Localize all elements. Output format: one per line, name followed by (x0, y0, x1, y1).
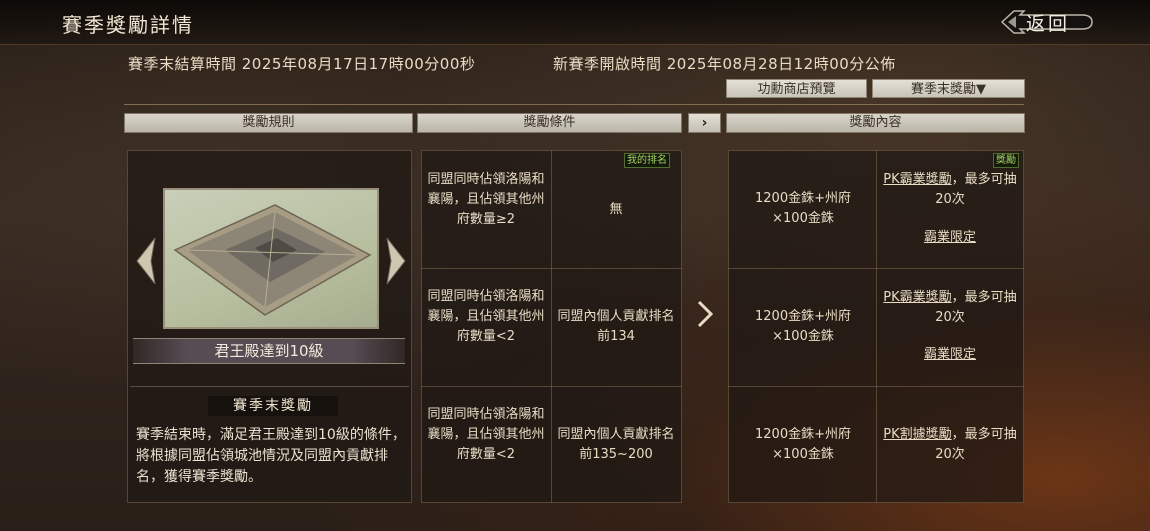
header-contents: 獎勵內容 (726, 113, 1025, 133)
chevron-right-icon: › (701, 115, 708, 131)
page-title: 賽季獎勵詳情 (62, 13, 194, 37)
reward-tag: 獎勵 (993, 153, 1019, 168)
city-name: 君王殿達到10級 (214, 342, 324, 360)
condition-cell: 同盟同時佔領洛陽和襄陽，且佔領其他州府數量<2 (427, 407, 545, 462)
condition-cell: 同盟同時佔領洛陽和襄陽，且佔領其他州府數量<2 (427, 289, 545, 344)
back-label: 返回 (1026, 13, 1071, 35)
reward-cell: 1200金銖+州府×100金銖 (755, 309, 851, 344)
next-arrow-button[interactable]: › (688, 113, 721, 133)
rule-description: 賽季結束時，滿足君王殿達到10級的條件，將根據同盟佔領城池情況及同盟內貢獻排名，… (136, 427, 406, 485)
settle-time: 賽季末結算時間 2025年08月17日17時00分00秒 (128, 55, 476, 73)
divider (728, 386, 1024, 387)
rank-cell: 同盟內個人貢獻排名前134 (557, 309, 675, 344)
divider (551, 150, 552, 503)
chevron-right-icon[interactable] (697, 300, 714, 335)
pk-reward-cell: PK割據獎勵，最多可抽20次 (882, 425, 1018, 465)
pk-reward-link[interactable]: PK霸業獎勵 (883, 290, 951, 305)
separator (124, 104, 1024, 105)
reward-cell: 1200金銖+州府×100金銖 (755, 427, 851, 462)
divider (421, 268, 682, 269)
header-conditions: 獎勵條件 (417, 113, 682, 133)
city-name-bar: 君王殿達到10級 (133, 338, 405, 364)
back-button[interactable]: 返回 (1000, 7, 1094, 37)
divider (421, 386, 682, 387)
header-rules: 獎勵規則 (124, 113, 413, 133)
rank-cell: 同盟內個人貢獻排名前135~200 (557, 427, 675, 462)
pk-reward-link[interactable]: PK霸業獎勵 (883, 172, 951, 187)
pk-reward-cell: PK霸業獎勵，最多可抽20次 (882, 170, 1018, 210)
condition-cell: 同盟同時佔領洛陽和襄陽，且佔領其他州府數量≥2 (427, 172, 545, 227)
rank-cell: 無 (609, 202, 623, 217)
season-reward-title: 賽季末獎勵 (208, 396, 338, 416)
divider (728, 268, 1024, 269)
my-rank-tag: 我的排名 (624, 153, 670, 168)
season-reward-dropdown[interactable]: 賽季末獎勵▼ (872, 79, 1025, 98)
city-image (163, 188, 379, 329)
pk-reward-cell: PK霸業獎勵，最多可抽20次 (882, 288, 1018, 328)
limit-link[interactable]: 霸業限定 (924, 230, 976, 245)
open-time: 新賽季開啟時間 2025年08月28日12時00分公佈 (553, 55, 896, 73)
shop-preview-button[interactable]: 功勳商店預覽 (726, 79, 867, 98)
divider (130, 386, 409, 387)
limit-cell: 霸業限定 (882, 345, 1018, 365)
chevron-left-icon[interactable] (133, 236, 159, 293)
city-icon (173, 204, 372, 316)
pk-reward-link[interactable]: PK割據獎勵 (883, 427, 951, 442)
reward-cell: 1200金銖+州府×100金銖 (755, 191, 851, 226)
chevron-right-icon[interactable] (383, 236, 409, 293)
limit-cell: 霸業限定 (882, 228, 1018, 248)
divider (876, 150, 877, 503)
limit-link[interactable]: 霸業限定 (924, 347, 976, 362)
